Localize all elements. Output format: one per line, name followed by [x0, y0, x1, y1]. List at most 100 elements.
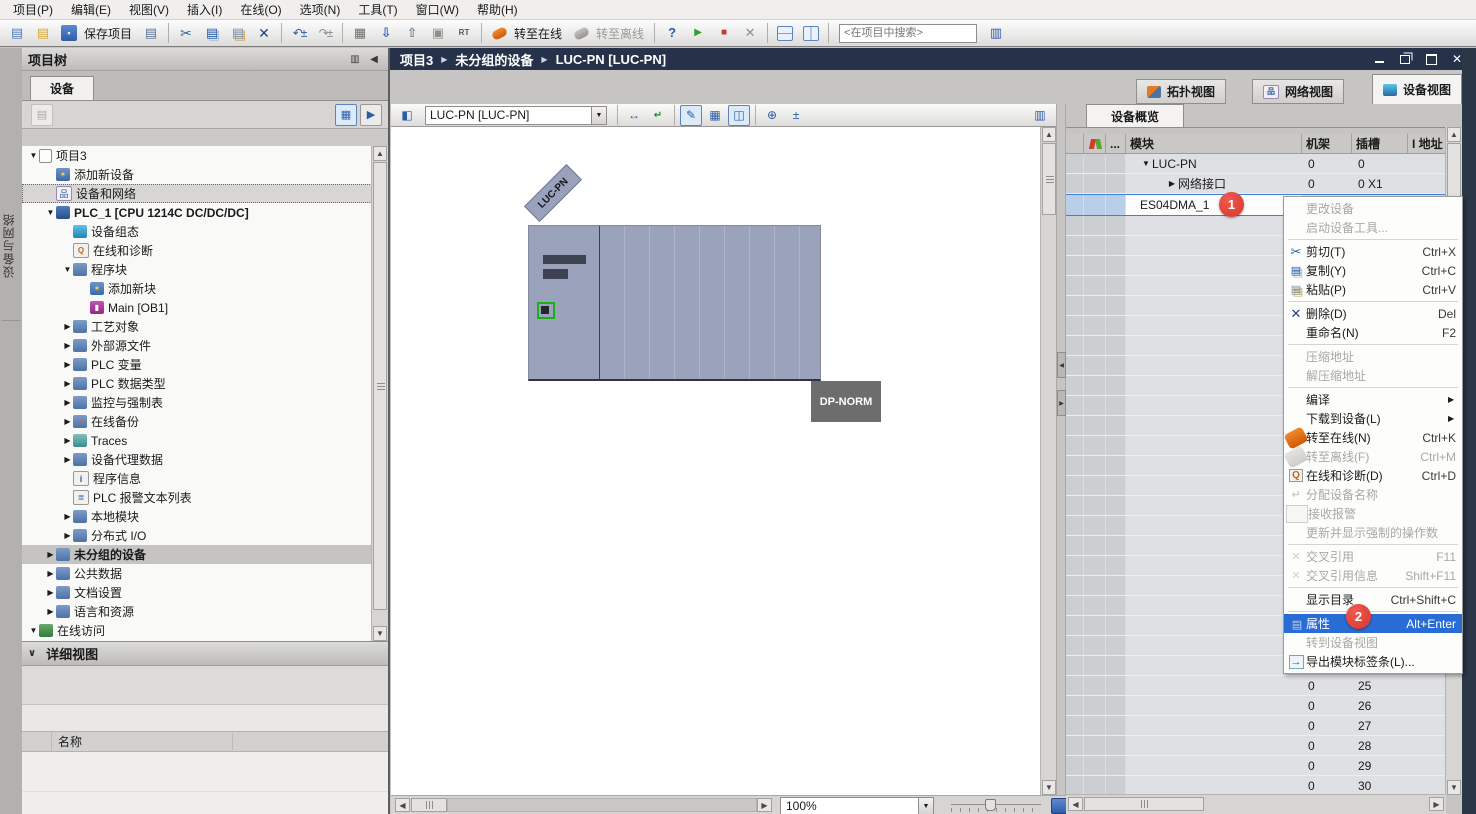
- split-editor-icon[interactable]: ▥: [1029, 105, 1051, 126]
- tab-topology-view[interactable]: 拓扑视图: [1136, 79, 1226, 104]
- compile-icon[interactable]: [348, 21, 372, 45]
- context-menu-item-27[interactable]: 属性Alt+Enter: [1284, 614, 1462, 633]
- scroll-thumb[interactable]: [1042, 143, 1056, 215]
- menu-item-5[interactable]: 选项(N): [291, 0, 350, 20]
- column-slot[interactable]: 插槽: [1352, 134, 1408, 153]
- auto-collapse-icon[interactable]: ▥: [347, 52, 363, 66]
- tree-item-7[interactable]: 添加新块: [22, 279, 388, 298]
- scroll-thumb[interactable]: [411, 798, 447, 812]
- save-project-icon[interactable]: [57, 21, 81, 45]
- restore-icon[interactable]: [1396, 52, 1414, 66]
- scroll-thumb[interactable]: [1084, 797, 1204, 811]
- devices-networks-vertical-tab[interactable]: 设备与网络: [0, 166, 22, 326]
- scroll-up-icon[interactable]: ▲: [1042, 127, 1056, 142]
- detail-view-header[interactable]: ∨ 详细视图: [22, 641, 388, 666]
- column-rack[interactable]: 机架: [1302, 134, 1352, 153]
- column-dots[interactable]: ...: [1106, 134, 1126, 153]
- expander-icon[interactable]: ▼: [1140, 159, 1152, 168]
- expander-icon[interactable]: ▶: [62, 360, 73, 369]
- context-menu-item-29[interactable]: 导出模块标签条(L)...: [1284, 652, 1462, 671]
- sort-view-icon[interactable]: ▦: [335, 104, 357, 126]
- overview-row[interactable]: 028: [1066, 736, 1446, 756]
- context-menu-item-13[interactable]: 编译▶: [1284, 390, 1462, 409]
- start-runtime-icon[interactable]: [426, 21, 450, 45]
- chevron-down-icon[interactable]: ▼: [591, 107, 606, 124]
- save-project-label[interactable]: 保存项目: [84, 25, 132, 42]
- menu-item-3[interactable]: 插入(I): [178, 0, 231, 20]
- expander-icon[interactable]: ▶: [45, 550, 56, 559]
- expander-icon[interactable]: ▼: [28, 626, 39, 635]
- expander-icon[interactable]: ▼: [28, 151, 39, 160]
- breadcrumb-item-2[interactable]: LUC-PN [LUC-PN]: [556, 52, 666, 67]
- overview-pane-icon[interactable]: ◫: [728, 105, 750, 126]
- overview-row[interactable]: 027: [1066, 716, 1446, 736]
- expander-icon[interactable]: ▶: [62, 379, 73, 388]
- scroll-down-icon[interactable]: ▼: [1447, 780, 1461, 795]
- context-menu-item-15[interactable]: 转至在线(N)Ctrl+K: [1284, 428, 1462, 447]
- tree-item-3[interactable]: ▼PLC_1 [CPU 1214C DC/DC/DC]: [22, 203, 388, 222]
- scroll-up-icon[interactable]: ▲: [373, 146, 387, 161]
- menu-item-4[interactable]: 在线(O): [231, 0, 290, 20]
- tree-item-24[interactable]: ▶语言和资源: [22, 602, 388, 621]
- tree-item-25[interactable]: ▼在线访问: [22, 621, 388, 640]
- expander-icon[interactable]: ▶: [45, 588, 56, 597]
- expander-icon[interactable]: ▶: [62, 512, 73, 521]
- expander-icon[interactable]: ▶: [1166, 179, 1178, 188]
- start-cpu-icon[interactable]: [686, 21, 710, 45]
- device-canvas[interactable]: LUC-PN DP-NORM: [391, 127, 1040, 795]
- tree-item-10[interactable]: ▶外部源文件: [22, 336, 388, 355]
- print-icon[interactable]: [139, 21, 163, 45]
- split-horizontal-icon[interactable]: [773, 21, 797, 45]
- new-project-icon[interactable]: [5, 21, 29, 45]
- menu-item-0[interactable]: 项目(P): [4, 0, 62, 20]
- scroll-thumb[interactable]: [373, 162, 387, 610]
- stop-cpu-icon[interactable]: [712, 21, 736, 45]
- tree-item-5[interactable]: 在线和诊断: [22, 241, 388, 260]
- scroll-left-icon[interactable]: ◀: [1068, 797, 1083, 811]
- tree-item-13[interactable]: ▶监控与强制表: [22, 393, 388, 412]
- overview-row[interactable]: 029: [1066, 756, 1446, 776]
- change-device-icon[interactable]: ◧: [396, 105, 418, 126]
- overview-row[interactable]: 026: [1066, 696, 1446, 716]
- cut-icon[interactable]: [174, 21, 198, 45]
- copy-icon[interactable]: [200, 21, 224, 45]
- ethernet-port-icon[interactable]: [537, 302, 555, 319]
- canvas-vscrollbar[interactable]: ▲ ▼: [1040, 127, 1057, 795]
- accessible-devices-icon[interactable]: [660, 21, 684, 45]
- breadcrumb-item-0[interactable]: 项目3: [400, 50, 433, 69]
- open-editor-icon[interactable]: ▶: [360, 104, 382, 126]
- scroll-right-icon[interactable]: ▶: [1429, 797, 1444, 811]
- tree-item-11[interactable]: ▶PLC 变量: [22, 355, 388, 374]
- collapse-right-icon[interactable]: ▶: [1057, 390, 1066, 416]
- maximize-icon[interactable]: [1422, 52, 1440, 66]
- tree-item-2[interactable]: 设备和网络: [22, 184, 388, 203]
- context-menu-item-8[interactable]: 重命名(N)F2: [1284, 323, 1462, 342]
- context-menu-item-7[interactable]: 删除(D)Del: [1284, 304, 1462, 323]
- measure-icon[interactable]: ↔: [623, 105, 645, 126]
- tree-item-17[interactable]: 程序信息: [22, 469, 388, 488]
- go-online-icon[interactable]: [487, 21, 511, 45]
- context-menu-item-4[interactable]: 复制(Y)Ctrl+C: [1284, 261, 1462, 280]
- tab-network-view[interactable]: 网络视图: [1252, 79, 1344, 104]
- tab-device-view[interactable]: 设备视图: [1372, 74, 1462, 104]
- tree-item-9[interactable]: ▶工艺对象: [22, 317, 388, 336]
- zoom-select[interactable]: 100% ▼: [780, 797, 934, 814]
- project-tree-scrollbar[interactable]: ▲ ▼: [371, 146, 388, 641]
- tree-item-23[interactable]: ▶文档设置: [22, 583, 388, 602]
- device-selector[interactable]: LUC-PN [LUC-PN] ▼: [425, 106, 607, 125]
- expander-icon[interactable]: ▶: [62, 455, 73, 464]
- go-online-label[interactable]: 转至在线: [514, 25, 562, 42]
- zoom-slider[interactable]: [951, 796, 1041, 814]
- menu-item-7[interactable]: 窗口(W): [407, 0, 468, 20]
- context-menu-item-3[interactable]: 剪切(T)Ctrl+X: [1284, 242, 1462, 261]
- library-view-icon[interactable]: [984, 21, 1008, 45]
- menu-item-2[interactable]: 视图(V): [120, 0, 178, 20]
- expander-icon[interactable]: ▼: [45, 208, 56, 217]
- chevron-down-icon[interactable]: ▼: [918, 798, 933, 814]
- upload-icon[interactable]: [400, 21, 424, 45]
- menu-item-8[interactable]: 帮助(H): [468, 0, 527, 20]
- edit-labeling-icon[interactable]: ✎: [680, 105, 702, 126]
- expander-icon[interactable]: ▶: [62, 322, 73, 331]
- device-graphic[interactable]: DP-NORM: [528, 225, 821, 381]
- search-input[interactable]: [839, 24, 977, 43]
